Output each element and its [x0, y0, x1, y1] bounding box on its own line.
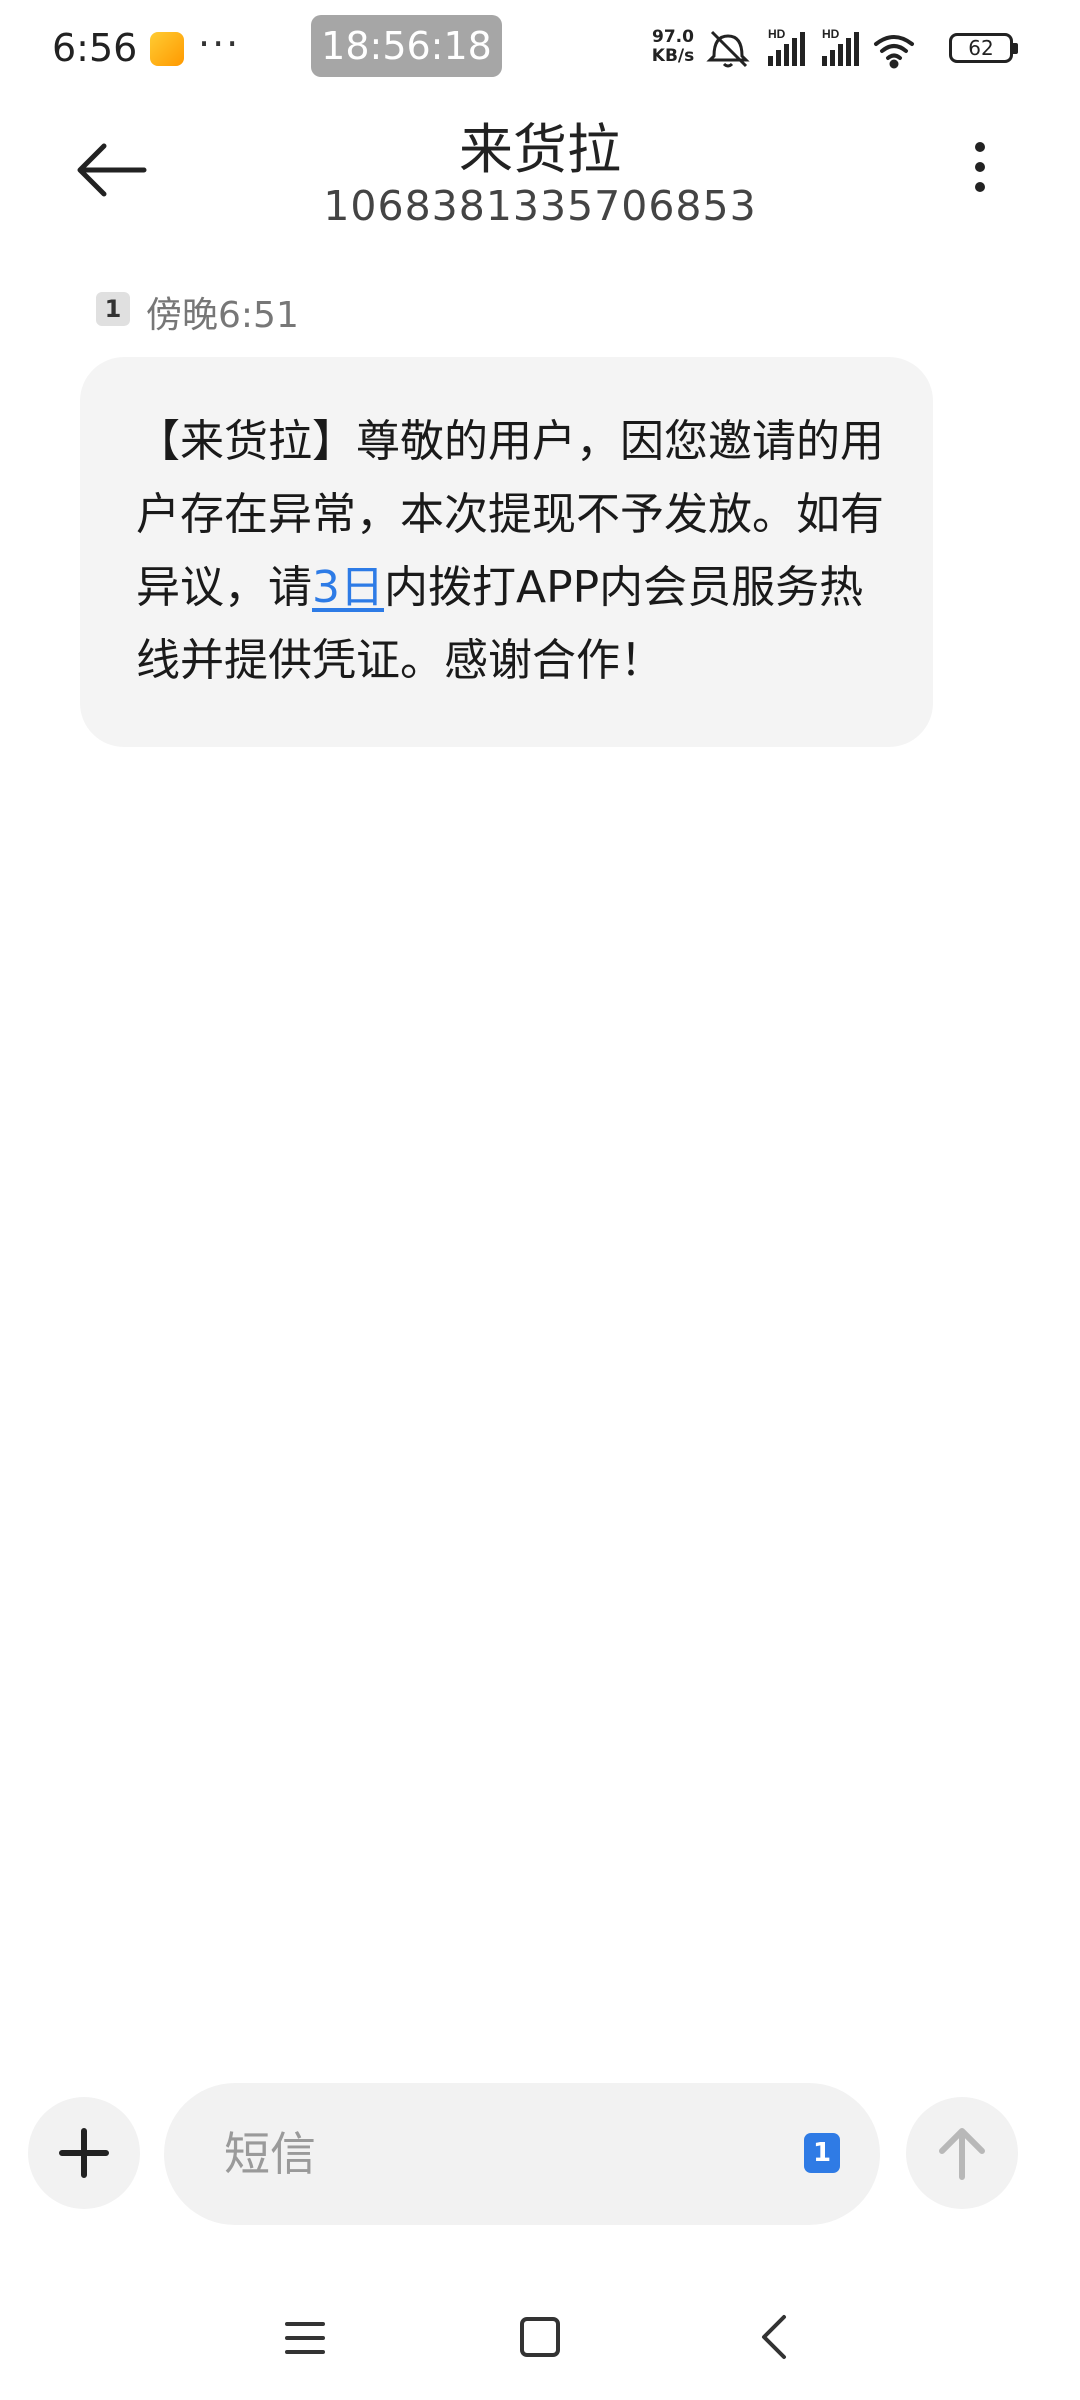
- hd1-label: HD: [768, 27, 786, 41]
- hd2-label: HD: [822, 27, 840, 41]
- sms-conversation-screen: 6:56 ··· 18:56:18 97.0 KB/s HD HD 62 来货拉…: [0, 0, 1080, 2400]
- nav-back-icon[interactable]: [754, 2312, 794, 2362]
- more-options-icon[interactable]: [960, 135, 1000, 215]
- sim-badge: 1: [96, 292, 130, 326]
- date-link[interactable]: 3日: [312, 562, 384, 613]
- message-input[interactable]: [224, 2083, 744, 2225]
- nav-home-icon[interactable]: [519, 2316, 561, 2358]
- message-bubble[interactable]: 【来货拉】尊敬的用户，因您邀请的用户存在异常，本次提现不予发放。如有异议，请3日…: [80, 357, 933, 747]
- signal-1-icon: HD: [768, 27, 805, 66]
- wifi-icon: [874, 35, 914, 69]
- message-input-container: 1: [164, 2083, 880, 2225]
- plus-icon: [59, 2128, 109, 2178]
- network-speed-unit: KB/s: [651, 46, 695, 66]
- send-arrow-icon: [939, 2128, 985, 2180]
- add-attachment-button[interactable]: [28, 2097, 140, 2209]
- status-bar: 6:56 ··· 18:56:18 97.0 KB/s HD HD 62: [0, 0, 1080, 95]
- network-speed: 97.0 KB/s: [648, 28, 698, 66]
- status-time: 6:56: [52, 26, 138, 70]
- mute-icon: [706, 30, 750, 68]
- nav-recent-apps-icon[interactable]: [283, 2318, 327, 2358]
- contact-name: 来货拉: [459, 118, 621, 181]
- notes-app-icon: [150, 32, 184, 66]
- contact-number: 1068381335706853: [323, 182, 757, 230]
- more-notifications-icon: ···: [198, 22, 241, 66]
- battery-icon: 62: [949, 33, 1018, 63]
- signal-2-icon: HD: [822, 27, 859, 66]
- send-button[interactable]: [906, 2097, 1018, 2209]
- sim-select-button[interactable]: 1: [804, 2133, 840, 2173]
- message-time: 傍晚6:51: [146, 295, 299, 336]
- status-icons: HD HD: [706, 27, 914, 69]
- network-speed-value: 97.0: [652, 27, 694, 47]
- message-text: 【来货拉】尊敬的用户，因您邀请的用户存在异常，本次提现不予发放。如有异议，请3日…: [136, 405, 885, 697]
- screen-recording-clock: 18:56:18: [311, 15, 502, 77]
